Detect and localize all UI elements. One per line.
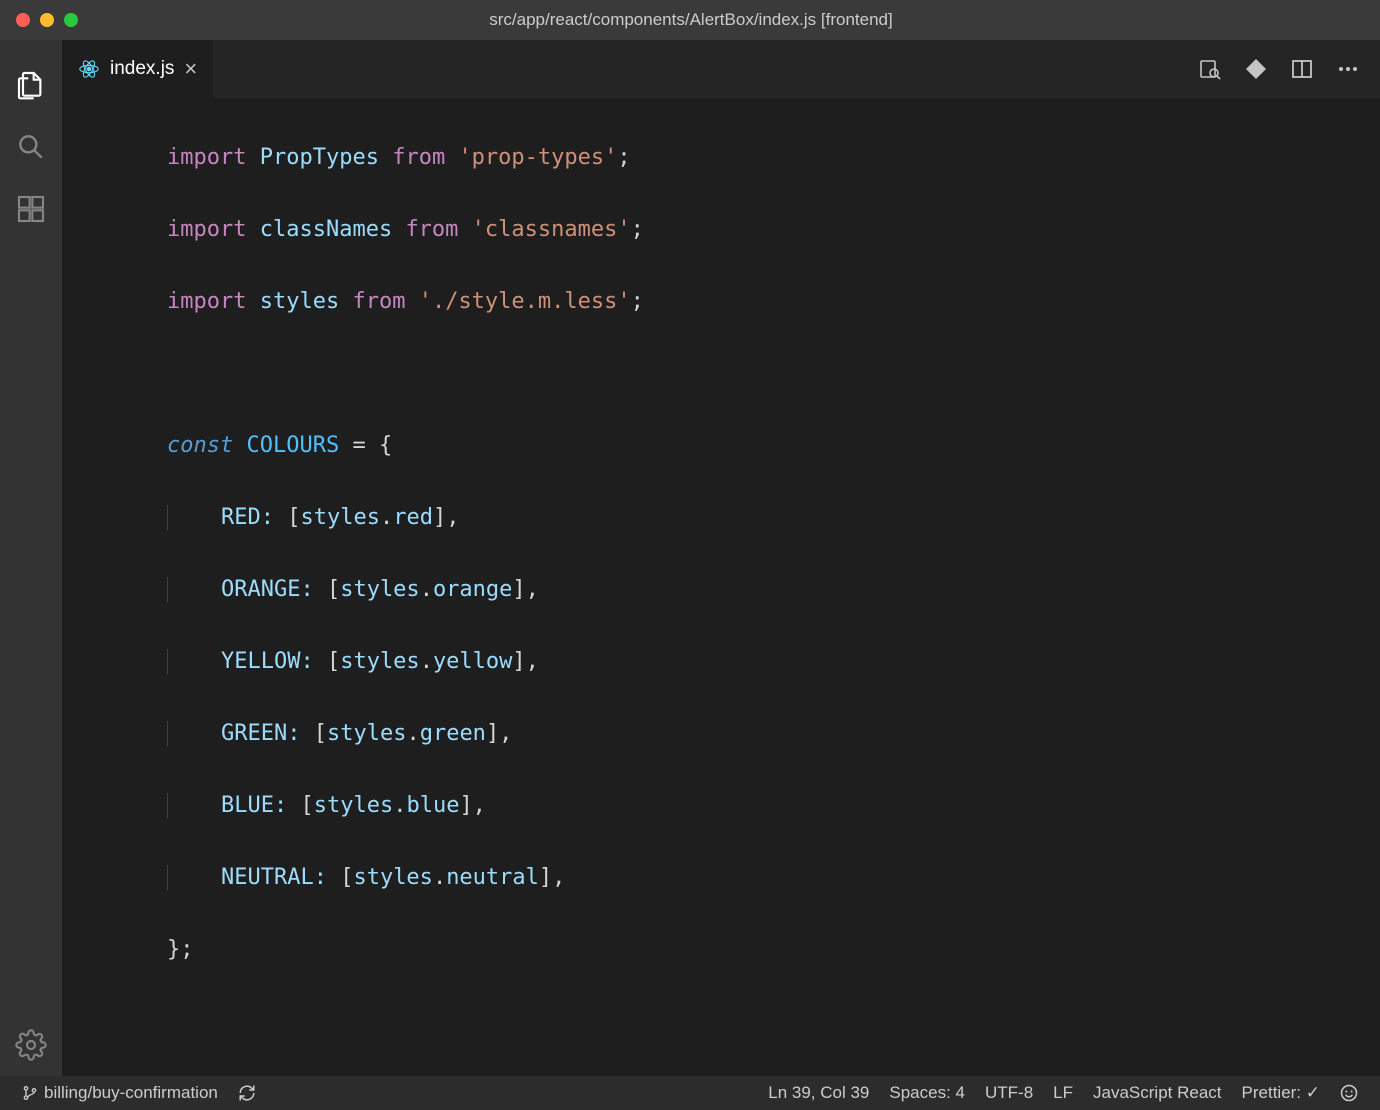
editor-tabs: index.js × [62, 40, 1380, 98]
settings-button[interactable] [0, 1014, 62, 1076]
extensions-icon [15, 193, 47, 225]
cursor-position[interactable]: Ln 39, Col 39 [758, 1083, 879, 1103]
branch-name: billing/buy-confirmation [44, 1083, 218, 1103]
tab-label: index.js [110, 58, 174, 80]
gear-icon [15, 1029, 47, 1061]
split-icon [1290, 57, 1314, 81]
code-editor[interactable]: import PropTypes from 'prop-types'; impo… [62, 98, 1380, 1076]
indent-indicator[interactable]: Spaces: 4 [879, 1083, 975, 1103]
search-icon [15, 131, 47, 163]
more-actions-button[interactable] [1336, 57, 1360, 81]
diamond-icon [1244, 57, 1268, 81]
language-mode[interactable]: JavaScript React [1083, 1083, 1232, 1103]
source-control-button[interactable] [1244, 57, 1268, 81]
tab-index-js[interactable]: index.js × [62, 40, 213, 98]
minimize-window-button[interactable] [40, 13, 54, 27]
eol-indicator[interactable]: LF [1043, 1083, 1083, 1103]
react-icon [78, 58, 100, 80]
branch-icon [22, 1085, 38, 1101]
files-icon [15, 69, 47, 101]
git-branch-indicator[interactable]: billing/buy-confirmation [12, 1083, 228, 1103]
titlebar: src/app/react/components/AlertBox/index.… [0, 0, 1380, 40]
status-bar: billing/buy-confirmation Ln 39, Col 39 S… [0, 1076, 1380, 1110]
window-controls [16, 13, 78, 27]
split-editor-button[interactable] [1290, 57, 1314, 81]
explorer-tab[interactable] [0, 54, 62, 116]
close-tab-button[interactable]: × [184, 58, 197, 80]
extensions-tab[interactable] [0, 178, 62, 240]
sync-icon [238, 1084, 256, 1102]
ellipsis-icon [1336, 57, 1360, 81]
editor-actions [1198, 57, 1380, 81]
maximize-window-button[interactable] [64, 13, 78, 27]
window-title: src/app/react/components/AlertBox/index.… [78, 10, 1364, 30]
find-references-button[interactable] [1198, 57, 1222, 81]
close-window-button[interactable] [16, 13, 30, 27]
smiley-icon [1340, 1084, 1358, 1102]
feedback-button[interactable] [1330, 1084, 1368, 1102]
find-icon [1198, 57, 1222, 81]
prettier-status[interactable]: Prettier: ✓ [1232, 1083, 1330, 1103]
sync-button[interactable] [228, 1084, 266, 1102]
activity-bar [0, 40, 62, 1076]
encoding-indicator[interactable]: UTF-8 [975, 1083, 1043, 1103]
search-tab[interactable] [0, 116, 62, 178]
